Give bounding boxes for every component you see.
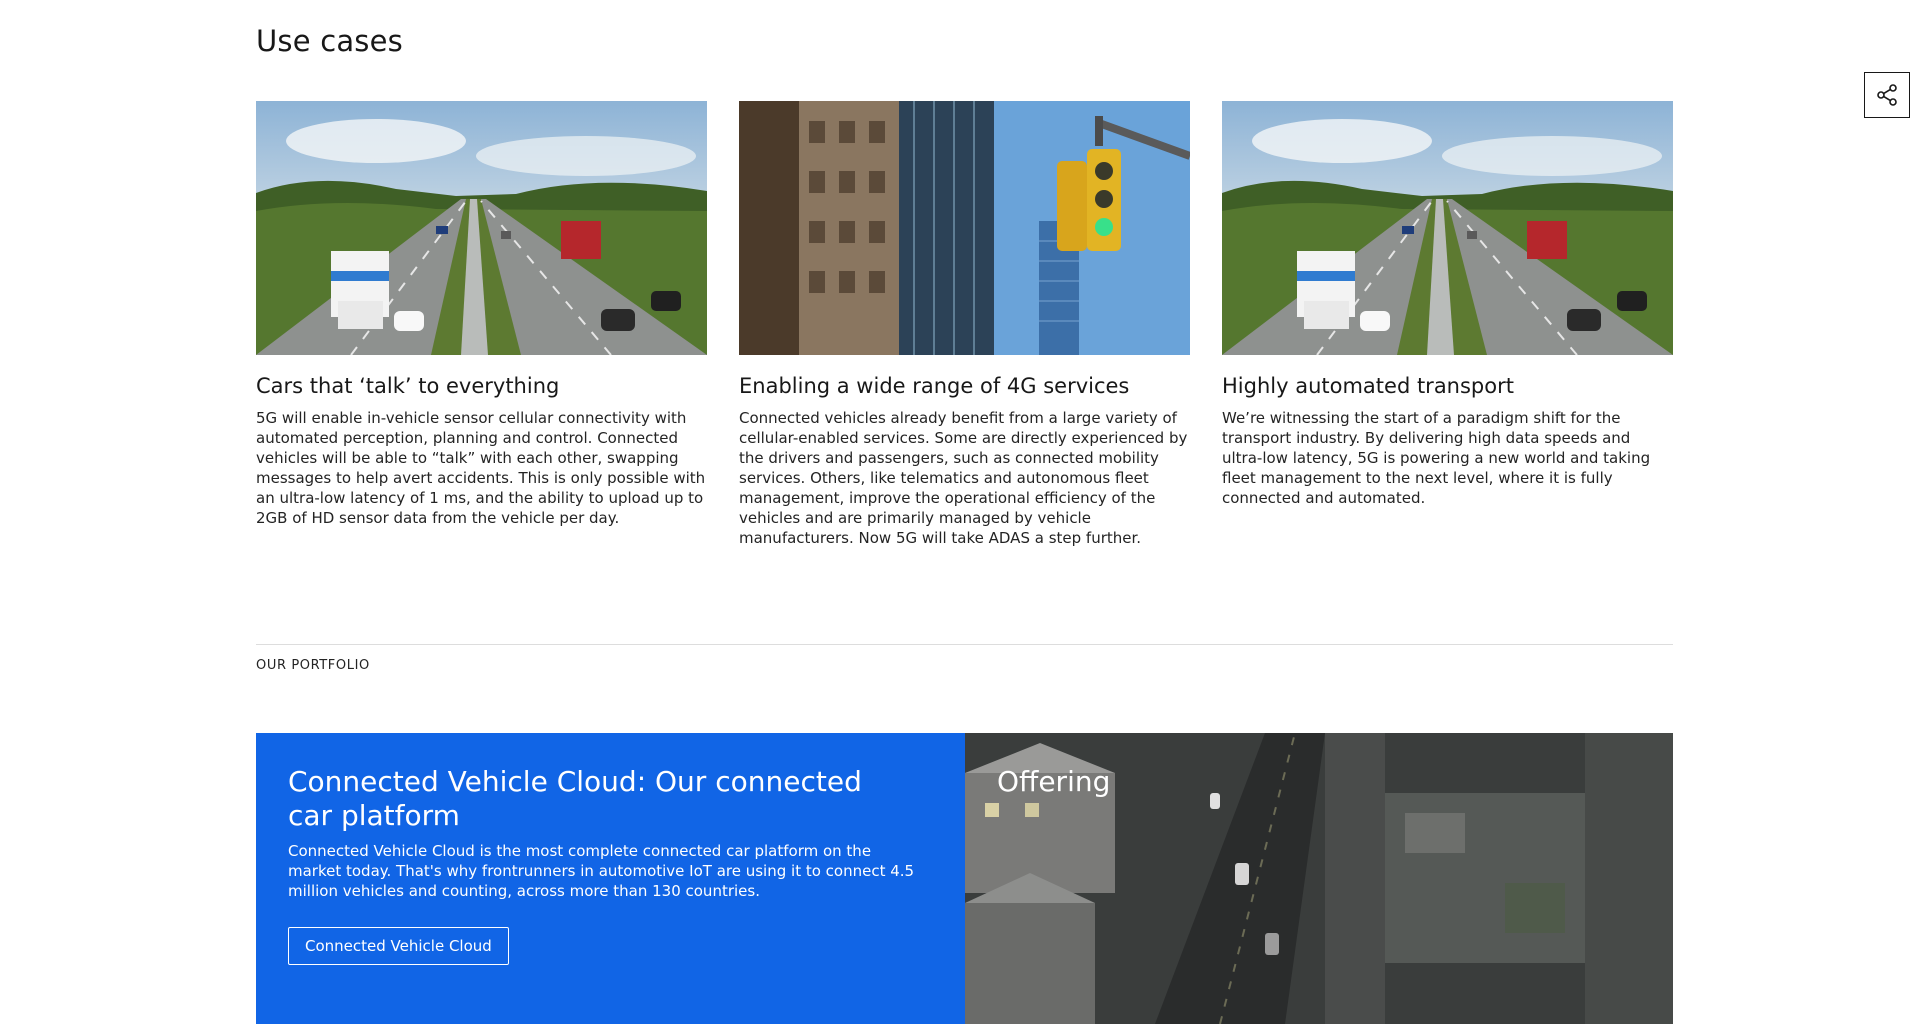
use-case-card[interactable]: Cars that ‘talk’ to everything 5G will e…: [256, 101, 707, 548]
offering-panel[interactable]: Offering: [965, 733, 1673, 1024]
share-button[interactable]: [1864, 72, 1910, 118]
portfolio-banner: Connected Vehicle Cloud: Our connected c…: [256, 733, 1673, 1024]
card-text: We’re witnessing the start of a paradigm…: [1222, 409, 1651, 507]
highway-image: [256, 101, 707, 355]
use-case-cards: Cars that ‘talk’ to everything 5G will e…: [256, 101, 1673, 548]
portfolio-text: Connected Vehicle Cloud is the most comp…: [288, 842, 915, 900]
use-case-card[interactable]: Highly automated transport We’re witness…: [1222, 101, 1673, 548]
page: Use cases Cars that ‘talk’ to everything…: [0, 0, 1920, 1024]
section-divider: [256, 644, 1673, 645]
section-title: Use cases: [256, 24, 403, 58]
portfolio-title: Connected Vehicle Cloud: Our connected c…: [288, 765, 862, 832]
card-text: 5G will enable in-vehicle sensor cellula…: [256, 409, 706, 527]
portfolio-panel: Connected Vehicle Cloud: Our connected c…: [256, 733, 965, 1024]
traffic-light-image: [739, 101, 1190, 355]
share-icon: [1877, 84, 1897, 106]
card-title: Enabling a wide range of 4G services: [739, 374, 1130, 398]
use-case-card[interactable]: Enabling a wide range of 4G services Con…: [739, 101, 1190, 548]
card-title: Highly automated transport: [1222, 374, 1514, 398]
portfolio-eyebrow: OUR PORTFOLIO: [256, 658, 370, 673]
card-text: Connected vehicles already benefit from …: [739, 409, 1188, 547]
card-title: Cars that ‘talk’ to everything: [256, 374, 560, 398]
highway-image: [1222, 101, 1673, 355]
connected-vehicle-cloud-button[interactable]: Connected Vehicle Cloud: [288, 927, 509, 965]
offering-title: Offering: [997, 765, 1111, 798]
